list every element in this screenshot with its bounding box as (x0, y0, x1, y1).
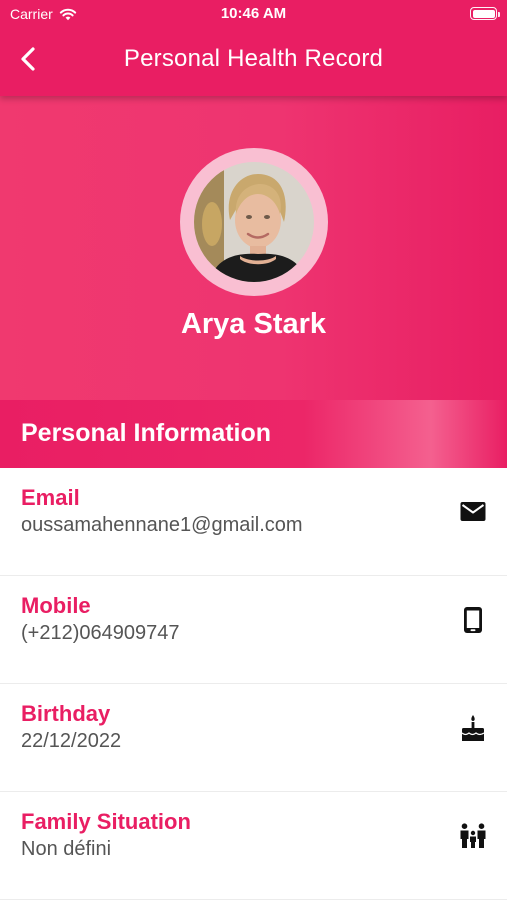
info-label: Birthday (21, 701, 111, 726)
navigation-bar: Personal Health Record (0, 30, 507, 90)
profile-header: Arya Stark (0, 96, 507, 400)
status-bar: Carrier 10:46 AM (0, 0, 507, 28)
info-value: Non défini (21, 838, 112, 860)
avatar-photo (194, 162, 314, 282)
info-row-family-situation[interactable]: Family Situation Non défini (0, 792, 507, 900)
info-value: 22/12/2022 (21, 730, 122, 752)
page-title: Personal Health Record (123, 45, 384, 72)
info-label: Email (21, 485, 80, 510)
info-value: (+212)064909747 (21, 622, 180, 644)
envelope-icon (459, 498, 487, 526)
status-time: 10:46 AM (220, 5, 287, 22)
battery-icon (470, 7, 500, 20)
info-row-mobile[interactable]: Mobile (+212)064909747 (0, 576, 507, 684)
info-list: Email oussamahennane1@gmail.com Mobile (… (0, 468, 507, 900)
screen: Carrier 10:46 AM Personal Health Record (0, 0, 507, 900)
battery-level (472, 9, 495, 18)
section-header: Personal Information (0, 400, 507, 468)
info-row-birthday[interactable]: Birthday 22/12/2022 (0, 684, 507, 792)
cake-icon (459, 714, 487, 742)
profile-name: Arya Stark (180, 308, 327, 340)
info-label: Family Situation (21, 809, 191, 834)
section-title: Personal Information (21, 419, 272, 447)
info-value: oussamahennane1@gmail.com (21, 514, 303, 536)
family-icon (459, 822, 487, 850)
info-label: Mobile (21, 593, 91, 618)
avatar[interactable] (194, 162, 314, 282)
app-bar: Carrier 10:46 AM Personal Health Record (0, 0, 507, 96)
avatar-ring (180, 148, 328, 296)
info-row-email[interactable]: Email oussamahennane1@gmail.com (0, 468, 507, 576)
smartphone-icon (459, 606, 487, 634)
